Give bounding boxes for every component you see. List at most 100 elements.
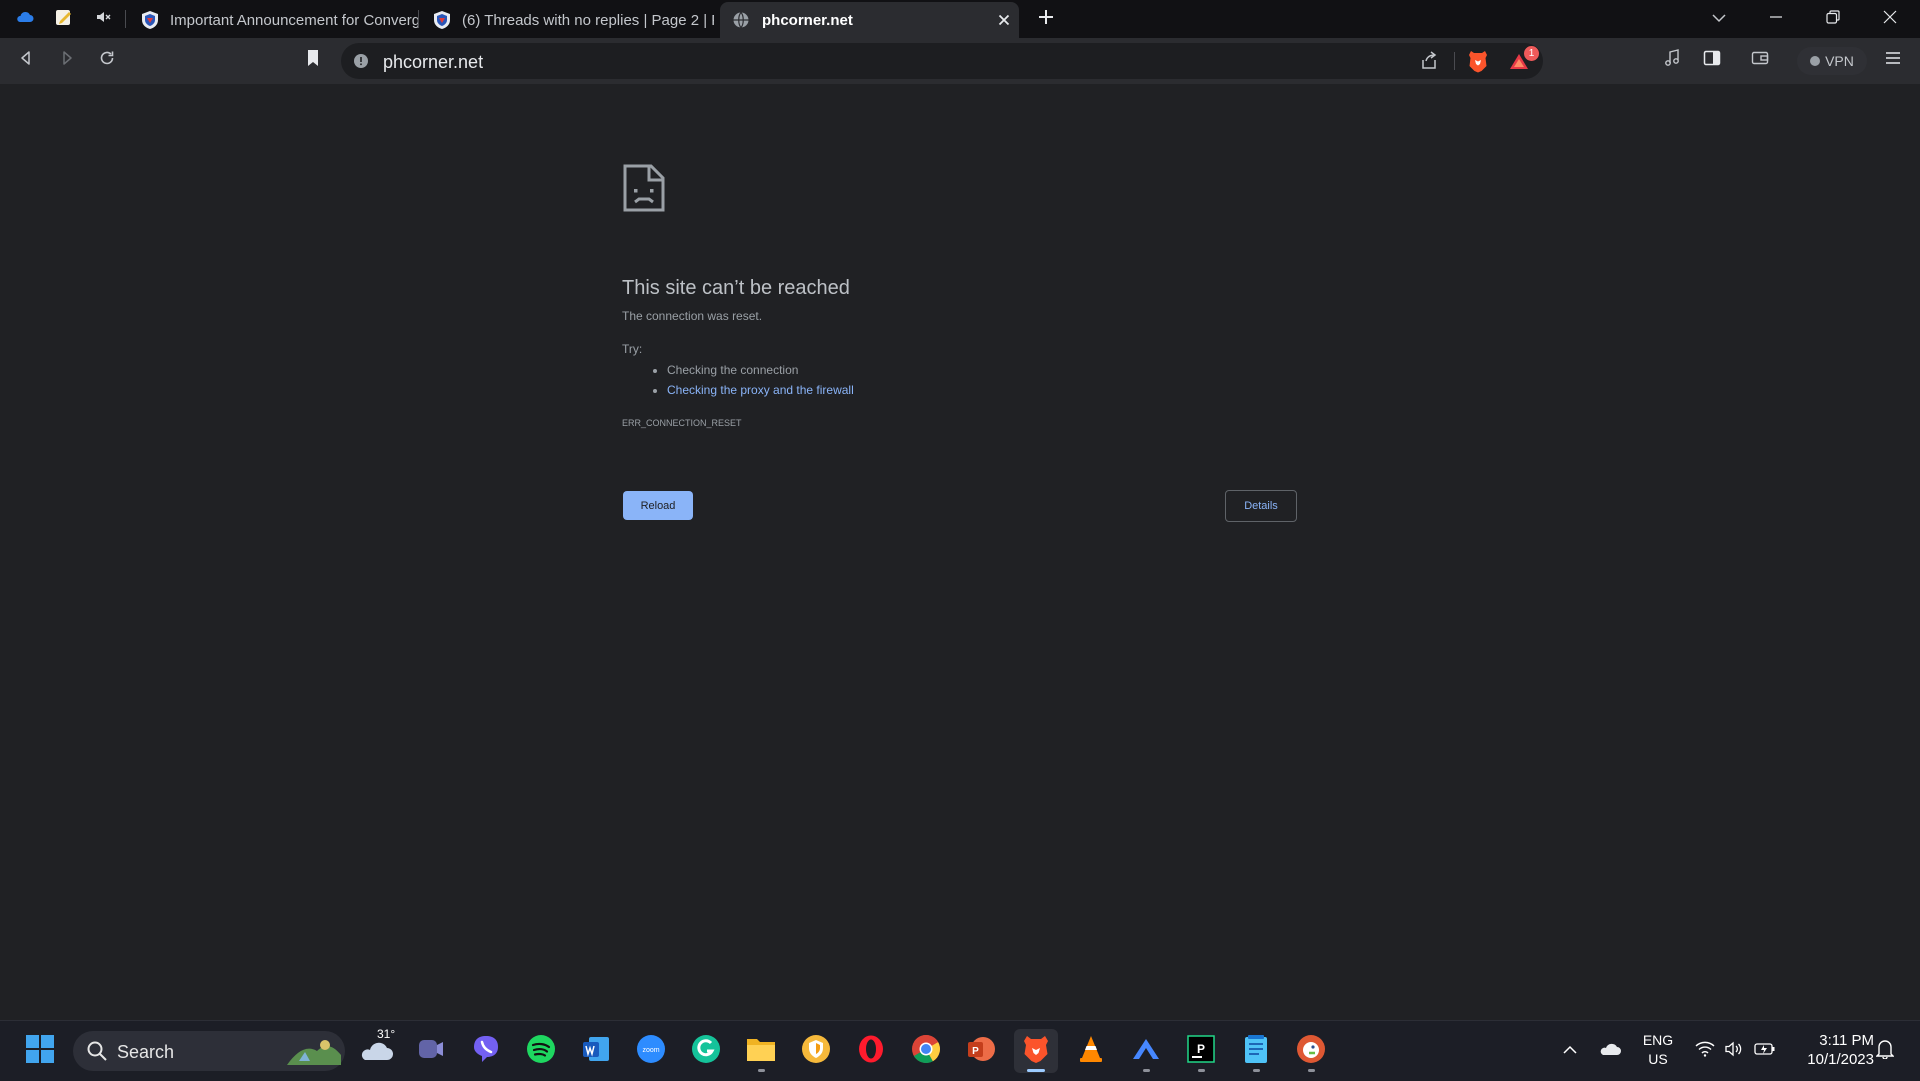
wallet-icon bbox=[1751, 50, 1769, 71]
notepad-icon bbox=[1243, 1034, 1269, 1069]
app-vpn-client[interactable] bbox=[1124, 1029, 1168, 1073]
taskbar: Search 31° zoom P P ENG US 3:11 PM 10/1/… bbox=[0, 1020, 1920, 1081]
page-content bbox=[0, 84, 1920, 1020]
pinned-tab-notes[interactable] bbox=[45, 2, 83, 36]
pinned-tab-muted-audio[interactable] bbox=[84, 2, 122, 36]
share-icon[interactable] bbox=[1419, 51, 1439, 71]
clock-time: 3:11 PM bbox=[1819, 1032, 1874, 1049]
running-indicator bbox=[1027, 1069, 1045, 1072]
clock[interactable]: 3:11 PM 10/1/2023 bbox=[1782, 1031, 1874, 1069]
notifications-button[interactable] bbox=[1870, 1034, 1900, 1068]
svg-text:P: P bbox=[1197, 1042, 1205, 1056]
app-pycharm[interactable]: P bbox=[1179, 1029, 1223, 1073]
wallet-button[interactable] bbox=[1743, 43, 1777, 77]
wifi-icon bbox=[1695, 1041, 1715, 1062]
close-window-button[interactable] bbox=[1862, 0, 1918, 38]
app-brave[interactable] bbox=[1014, 1029, 1058, 1073]
app-powerpoint[interactable]: P bbox=[959, 1029, 1003, 1073]
bookmark-button[interactable] bbox=[296, 43, 330, 77]
url-text: phcorner.net bbox=[383, 52, 484, 72]
main-menu-button[interactable] bbox=[1876, 43, 1910, 77]
onedrive-tray-button[interactable] bbox=[1595, 1034, 1625, 1068]
tab-search-button[interactable] bbox=[1691, 0, 1747, 38]
app-viber[interactable] bbox=[464, 1029, 508, 1073]
plus-icon bbox=[1037, 8, 1055, 31]
back-button[interactable] bbox=[9, 43, 43, 77]
search-icon bbox=[86, 1040, 108, 1062]
start-button[interactable] bbox=[18, 1029, 62, 1073]
error-code: ERR_CONNECTION_RESET bbox=[622, 418, 742, 428]
viber-icon bbox=[471, 1034, 501, 1069]
minimize-button[interactable] bbox=[1748, 0, 1804, 38]
restore-button[interactable] bbox=[1805, 0, 1861, 38]
app-widgets[interactable]: 31° bbox=[355, 1027, 399, 1073]
sidebar-button[interactable] bbox=[1695, 43, 1729, 77]
app-teams[interactable] bbox=[409, 1029, 453, 1073]
app-chrome[interactable] bbox=[904, 1029, 948, 1073]
check-proxy-link[interactable]: Checking the proxy and the firewall bbox=[667, 383, 854, 397]
running-indicator bbox=[1198, 1069, 1205, 1072]
tab-threads-no-replies[interactable]: (6) Threads with no replies | Page 2 | P bbox=[420, 2, 714, 38]
cloud-icon bbox=[16, 10, 34, 29]
shield-favicon-icon bbox=[432, 10, 452, 30]
opera-icon bbox=[856, 1034, 886, 1069]
app-word[interactable] bbox=[574, 1029, 618, 1073]
notification-bell-icon bbox=[1875, 1039, 1895, 1064]
address-bar[interactable]: phcorner.net 1 bbox=[341, 43, 1543, 79]
volume-button[interactable] bbox=[1719, 1034, 1749, 1068]
error-description: The connection was reset. bbox=[622, 309, 763, 323]
error-title: This site can’t be reached bbox=[622, 277, 850, 300]
vlc-cone-icon bbox=[1077, 1034, 1105, 1069]
close-tab-icon[interactable] bbox=[995, 11, 1013, 29]
word-icon bbox=[581, 1034, 611, 1069]
new-tab-button[interactable] bbox=[1027, 2, 1065, 36]
tab-separator bbox=[125, 10, 126, 28]
notification-badge: 1 bbox=[1524, 46, 1539, 61]
reload-button[interactable]: Reload bbox=[623, 491, 693, 520]
app-brave-vpn[interactable] bbox=[794, 1029, 838, 1073]
brave-shields-icon[interactable] bbox=[1467, 49, 1489, 73]
tab-separator bbox=[418, 10, 419, 28]
vpn-status-dot-icon bbox=[1810, 56, 1821, 66]
app-file-explorer[interactable] bbox=[739, 1029, 783, 1073]
teams-icon bbox=[416, 1034, 446, 1069]
shield-vpn-icon bbox=[801, 1034, 831, 1069]
tab-phcorner[interactable]: phcorner.net bbox=[720, 2, 1019, 38]
forward-button[interactable] bbox=[50, 43, 84, 77]
app-opera[interactable] bbox=[849, 1029, 893, 1073]
minimize-icon bbox=[1769, 10, 1783, 29]
bookmark-icon bbox=[306, 49, 320, 72]
app-grammarly[interactable] bbox=[684, 1029, 728, 1073]
app-zoom[interactable]: zoom bbox=[629, 1029, 673, 1073]
media-button[interactable] bbox=[1655, 43, 1689, 77]
network-button[interactable] bbox=[1690, 1034, 1720, 1068]
show-hidden-icons-button[interactable] bbox=[1555, 1034, 1585, 1068]
taskbar-search[interactable]: Search bbox=[73, 1031, 345, 1071]
app-notepad[interactable] bbox=[1234, 1029, 1278, 1073]
battery-button[interactable] bbox=[1750, 1034, 1780, 1068]
spotify-icon bbox=[526, 1034, 556, 1069]
grammarly-icon bbox=[691, 1034, 721, 1069]
reload-toolbar-button[interactable] bbox=[90, 43, 124, 77]
zoom-icon: zoom bbox=[636, 1034, 666, 1069]
pinned-tab-cloud[interactable] bbox=[6, 2, 44, 36]
running-indicator bbox=[1143, 1069, 1150, 1072]
speaker-muted-icon bbox=[95, 10, 111, 29]
language-indicator[interactable]: ENG US bbox=[1638, 1031, 1678, 1069]
details-button[interactable]: Details bbox=[1225, 490, 1297, 522]
app-duckduckgo[interactable] bbox=[1289, 1029, 1333, 1073]
tab-title: Important Announcement for Converg bbox=[170, 11, 418, 29]
tab-important-announcement[interactable]: Important Announcement for Converg bbox=[128, 2, 418, 38]
weather-temperature: 31° bbox=[377, 1027, 396, 1041]
search-label: Search bbox=[117, 1042, 175, 1062]
notes-icon bbox=[55, 8, 73, 31]
app-vlc[interactable] bbox=[1069, 1029, 1113, 1073]
restore-icon bbox=[1826, 9, 1840, 29]
running-indicator bbox=[1253, 1069, 1260, 1072]
app-spotify[interactable] bbox=[519, 1029, 563, 1073]
site-info-icon[interactable] bbox=[353, 53, 369, 69]
music-note-icon bbox=[1663, 48, 1681, 72]
hamburger-menu-icon bbox=[1884, 50, 1902, 71]
vpn-button[interactable]: VPN bbox=[1797, 47, 1867, 75]
clock-date: 10/1/2023 bbox=[1807, 1051, 1874, 1068]
